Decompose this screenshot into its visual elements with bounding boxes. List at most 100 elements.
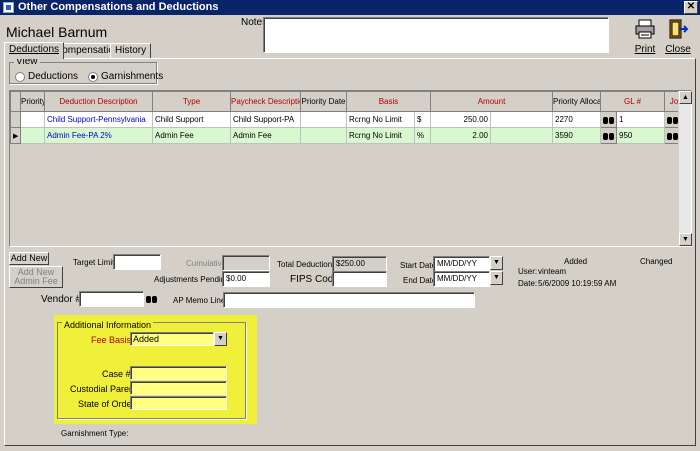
- case-number-label: Case #:: [102, 369, 134, 379]
- row-selector-current[interactable]: ▶: [10, 127, 21, 144]
- binoculars-icon: [667, 131, 678, 141]
- view-garnishments-label: Garnishments: [101, 71, 164, 82]
- view-garnishments-radio[interactable]: Garnishments: [88, 71, 163, 82]
- view-deductions-label: Deductions: [28, 71, 79, 82]
- target-limit-input[interactable]: [113, 254, 161, 270]
- cell-priority-date[interactable]: [300, 127, 347, 144]
- binoculars-icon: [146, 294, 158, 304]
- close-label: Close: [665, 44, 691, 55]
- col-header-job[interactable]: Job #: [664, 91, 678, 112]
- adjustments-pending-input[interactable]: $0.00: [222, 271, 270, 287]
- row-selector-header: [10, 91, 21, 112]
- cell-job[interactable]: 950: [616, 127, 666, 144]
- cell-type[interactable]: Child Support: [152, 111, 231, 128]
- cell-basis[interactable]: Rcrng No Limit: [346, 111, 415, 128]
- changed-label: Changed: [640, 257, 673, 266]
- cell-priority-date[interactable]: [300, 111, 347, 128]
- vendor-input[interactable]: [79, 291, 144, 307]
- date-label: Date:: [518, 279, 538, 288]
- scroll-down-arrow-icon[interactable]: ▼: [679, 233, 692, 246]
- start-date-dropdown-arrow-icon[interactable]: ▼: [490, 256, 503, 270]
- cell-priority[interactable]: [20, 127, 45, 144]
- gl-lookup-button[interactable]: [600, 111, 618, 128]
- exit-door-icon: [669, 19, 689, 39]
- binoculars-icon: [603, 115, 615, 125]
- close-button[interactable]: Close: [664, 18, 692, 55]
- cell-unit[interactable]: $: [414, 111, 431, 128]
- cell-gl[interactable]: 2270: [552, 111, 602, 128]
- cell-gl[interactable]: 3590: [552, 127, 602, 144]
- radio-button-icon: [15, 71, 25, 82]
- cell-paycheck-description[interactable]: Child Support-PA: [230, 111, 301, 128]
- window-title-bar: Other Compensations and Deductions: [0, 0, 700, 15]
- cell-amount[interactable]: 250.00: [430, 111, 491, 128]
- col-header-basis[interactable]: Basis: [346, 91, 431, 112]
- cell-priority[interactable]: [20, 111, 45, 128]
- add-new-button[interactable]: Add New: [9, 252, 49, 265]
- date-value: 5/6/2009 10:19:59 AM: [538, 279, 617, 288]
- end-date-input[interactable]: MM/DD/YY: [433, 271, 490, 287]
- add-new-admin-label-2: Admin Fee: [14, 276, 58, 286]
- additional-information-label: Additional Information: [62, 320, 154, 330]
- gl-lookup-button[interactable]: [600, 127, 618, 144]
- start-date-input[interactable]: MM/DD/YY: [433, 256, 490, 272]
- cell-description[interactable]: Admin Fee-PA 2%: [44, 127, 153, 144]
- window-close-button[interactable]: ✕: [684, 1, 698, 14]
- printer-icon: [635, 19, 655, 39]
- fee-basis-select[interactable]: Added: [130, 332, 214, 346]
- cell-paycheck-description[interactable]: Admin Fee: [230, 127, 301, 144]
- cell-unit[interactable]: %: [414, 127, 431, 144]
- tab-deductions[interactable]: Deductions: [4, 42, 65, 59]
- vendor-lookup-button[interactable]: [146, 293, 158, 305]
- custodial-parent-input[interactable]: [130, 381, 227, 395]
- tab-history-label: History: [115, 45, 147, 56]
- cell-job[interactable]: 1: [616, 111, 666, 128]
- ap-memo-line-label: AP Memo Line:: [173, 296, 228, 305]
- cell-type[interactable]: Admin Fee: [152, 127, 231, 144]
- tab-history[interactable]: History: [110, 43, 152, 58]
- col-header-type[interactable]: Type: [152, 91, 231, 112]
- fee-basis-dropdown-arrow-icon[interactable]: ▼: [214, 332, 227, 346]
- view-deductions-radio[interactable]: Deductions: [15, 71, 78, 82]
- user-label: User:: [518, 267, 538, 276]
- col-header-amount[interactable]: Amount: [429, 91, 554, 112]
- cell-amount[interactable]: 2.00: [430, 127, 491, 144]
- total-deductions-value: $250.00: [332, 256, 387, 272]
- notes-input[interactable]: [263, 17, 609, 53]
- col-header-gl[interactable]: GL #: [600, 91, 666, 112]
- end-date-dropdown-arrow-icon[interactable]: ▼: [490, 271, 503, 285]
- user-value: vinteam: [538, 267, 567, 276]
- ap-memo-line-input[interactable]: [223, 292, 475, 308]
- cell-priority-allocation[interactable]: [489, 127, 554, 144]
- col-header-priority-allocation[interactable]: Priority Allocation: [552, 91, 602, 112]
- add-new-admin-fee-button[interactable]: Add New Admin Fee: [9, 266, 63, 288]
- table-row[interactable]: Child Support-Pennsylvania Child Support…: [10, 111, 678, 128]
- cell-description[interactable]: Child Support-Pennsylvania: [44, 111, 153, 128]
- job-lookup-button[interactable]: [664, 111, 678, 128]
- grid-body: Priority Deduction Description Type Payc…: [10, 91, 678, 246]
- row-selector[interactable]: [10, 111, 21, 128]
- cell-basis[interactable]: Rcrng No Limit: [346, 127, 415, 144]
- total-deductions-label: Total Deductions:: [277, 260, 339, 269]
- tab-deductions-label: Deductions: [9, 44, 60, 55]
- print-button[interactable]: Print: [631, 18, 659, 55]
- cell-priority-allocation[interactable]: [489, 111, 554, 128]
- employee-name: Michael Barnum: [6, 24, 108, 40]
- col-header-priority-date[interactable]: Priority Date: [300, 91, 347, 112]
- col-header-paycheck-description[interactable]: Paycheck Description: [230, 91, 301, 112]
- col-header-priority[interactable]: Priority: [20, 91, 45, 112]
- radio-button-selected-icon: [88, 71, 98, 82]
- job-lookup-button[interactable]: [664, 127, 678, 144]
- grid-vertical-scrollbar[interactable]: ▲ ▼: [678, 91, 692, 246]
- fips-code-input[interactable]: [332, 271, 387, 287]
- table-row[interactable]: ▶ Admin Fee-PA 2% Admin Fee Admin Fee Rc…: [10, 127, 678, 144]
- adjustments-pending-label: Adjustments Pending:: [154, 275, 232, 284]
- added-label: Added: [564, 257, 588, 266]
- grid-empty-area: [10, 144, 678, 246]
- fee-basis-label: Fee Basis:: [91, 335, 134, 345]
- case-number-input[interactable]: [130, 366, 227, 380]
- col-header-deduction-description[interactable]: Deduction Description: [44, 91, 153, 112]
- scroll-up-arrow-icon[interactable]: ▲: [679, 91, 692, 104]
- binoculars-icon: [603, 131, 615, 141]
- state-of-order-input[interactable]: [130, 396, 227, 410]
